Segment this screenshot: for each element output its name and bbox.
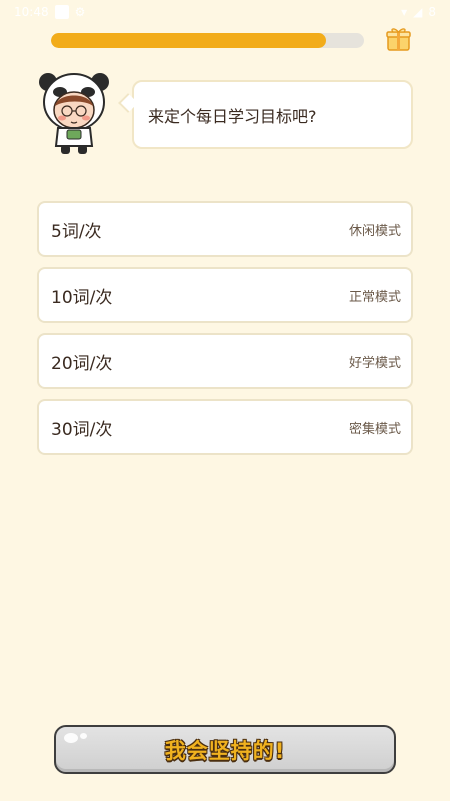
status-right: ▾ ◢ 8 xyxy=(401,5,436,19)
option-count: 10词/次 xyxy=(51,287,113,308)
option-mode: 正常模式 xyxy=(348,289,401,305)
status-left: 10:48 ⚙ xyxy=(14,5,85,19)
option-count: 5词/次 xyxy=(51,221,102,242)
option-mode: 休闲模式 xyxy=(348,223,401,239)
battery-level: 8 xyxy=(428,5,436,19)
status-time: 10:48 xyxy=(14,5,49,19)
option-count: 30词/次 xyxy=(51,419,113,440)
signal-icon: ◢ xyxy=(413,5,423,19)
status-bar: 10:48 ⚙ ▾ ◢ 8 xyxy=(0,0,450,24)
button-shine xyxy=(80,733,87,739)
progress-fill xyxy=(51,33,327,48)
option-mode: 密集模式 xyxy=(348,421,401,437)
button-shine xyxy=(64,733,78,743)
notification-icon xyxy=(54,5,69,19)
gift-icon[interactable] xyxy=(385,25,412,52)
option-count: 20词/次 xyxy=(51,353,113,374)
prompt-text: 来定个每日学习目标吧? xyxy=(148,106,317,126)
commit-button[interactable]: 我会坚持的! xyxy=(54,725,396,774)
speech-bubble: 来定个每日学习目标吧? xyxy=(132,80,413,149)
progress-bar xyxy=(51,33,364,48)
settings-icon: ⚙ xyxy=(74,5,86,19)
option-30-words[interactable]: 30词/次 密集模式 xyxy=(37,399,413,455)
wifi-icon: ▾ xyxy=(401,5,408,19)
panda-mascot xyxy=(34,70,114,156)
commit-button-label: 我会坚持的! xyxy=(164,738,286,763)
option-20-words[interactable]: 20词/次 好学模式 xyxy=(37,333,413,389)
goal-options: 5词/次 休闲模式 10词/次 正常模式 20词/次 好学模式 30词/次 密集… xyxy=(37,201,413,465)
option-mode: 好学模式 xyxy=(348,355,401,371)
option-5-words[interactable]: 5词/次 休闲模式 xyxy=(37,201,413,257)
option-10-words[interactable]: 10词/次 正常模式 xyxy=(37,267,413,323)
